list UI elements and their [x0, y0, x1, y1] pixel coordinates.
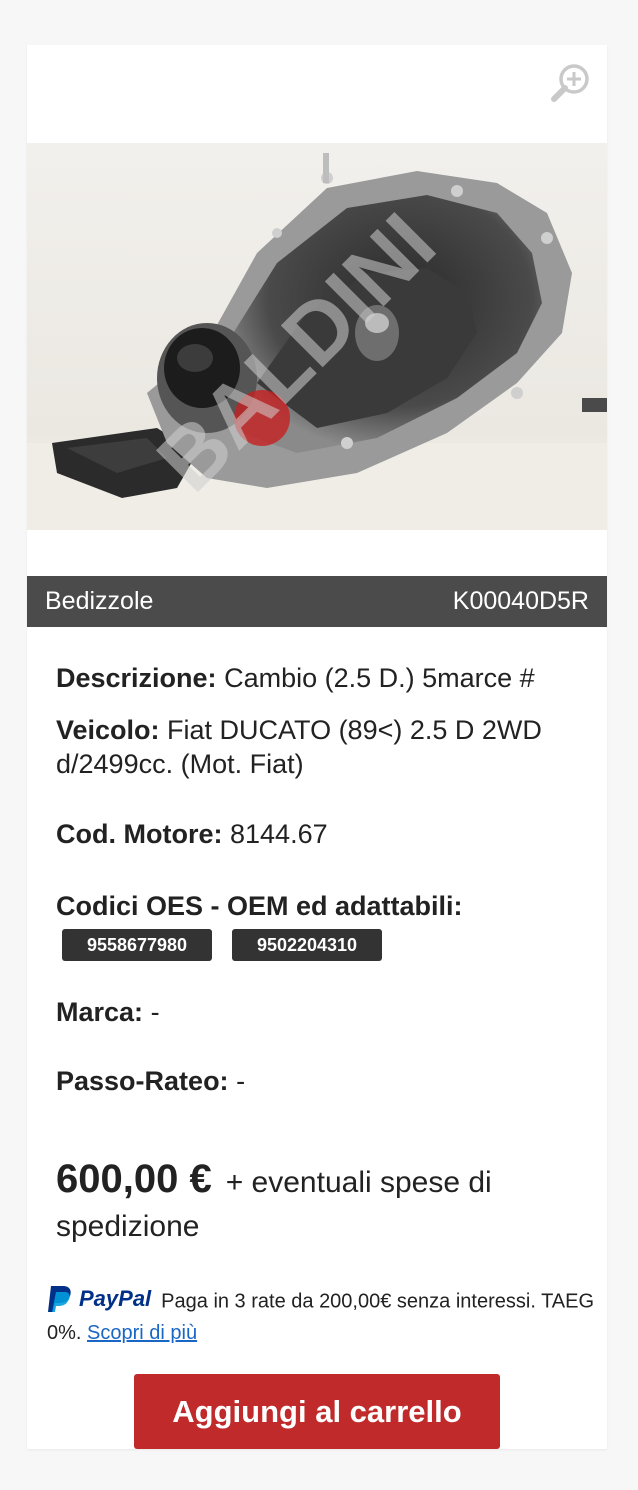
learn-more-link[interactable]: Scopri di più [87, 1322, 197, 1344]
oem-code-badge[interactable]: 9558677980 [62, 929, 212, 961]
paypal-installments: PayPal Paga in 3 rate da 200,00€ senza i… [47, 1283, 597, 1349]
brand-value: - [150, 997, 160, 1027]
vehicle-label: Veicolo: [56, 715, 160, 745]
oem-code-list: 9558677980 9502204310 [62, 929, 382, 961]
price-amount: 600,00 € [56, 1157, 212, 1201]
price-block: 600,00 € + eventuali spese di spedizione [56, 1157, 586, 1249]
pitch-value: - [236, 1066, 246, 1096]
paypal-logo-text: PayPal [79, 1286, 152, 1311]
location-bar: Bedizzole K00040D5R [27, 576, 607, 627]
description-row: Descrizione: Cambio (2.5 D.) 5marce # [56, 661, 576, 695]
description-value: Cambio (2.5 D.) 5marce # [224, 663, 535, 693]
pitch-row: Passo-Rateo: - [56, 1064, 576, 1098]
product-image[interactable]: BALDINI [27, 143, 607, 530]
product-card: BALDINI Bedizzole K00040D5R Descrizione:… [27, 45, 607, 1449]
vehicle-row: Veicolo: Fiat DUCATO (89<) 2.5 D 2WD d/2… [56, 713, 576, 781]
oem-code-badge[interactable]: 9502204310 [232, 929, 382, 961]
engine-code-value: 8144.67 [230, 819, 328, 849]
description-label: Descrizione: [56, 663, 217, 693]
pitch-label: Passo-Rateo: [56, 1066, 229, 1096]
engine-code-row: Cod. Motore: 8144.67 [56, 817, 576, 851]
engine-code-label: Cod. Motore: [56, 819, 223, 849]
location-label: Bedizzole [45, 587, 154, 615]
part-code: K00040D5R [452, 587, 589, 615]
paypal-icon: PayPal [47, 1283, 151, 1314]
oem-codes-label: Codici OES - OEM ed adattabili: [56, 891, 463, 921]
zoom-in-icon[interactable] [549, 61, 593, 105]
add-to-cart-button[interactable]: Aggiungi al carrello [134, 1374, 500, 1449]
brand-row: Marca: - [56, 995, 576, 1029]
oem-codes-row: Codici OES - OEM ed adattabili: [56, 889, 576, 923]
brand-label: Marca: [56, 997, 144, 1027]
